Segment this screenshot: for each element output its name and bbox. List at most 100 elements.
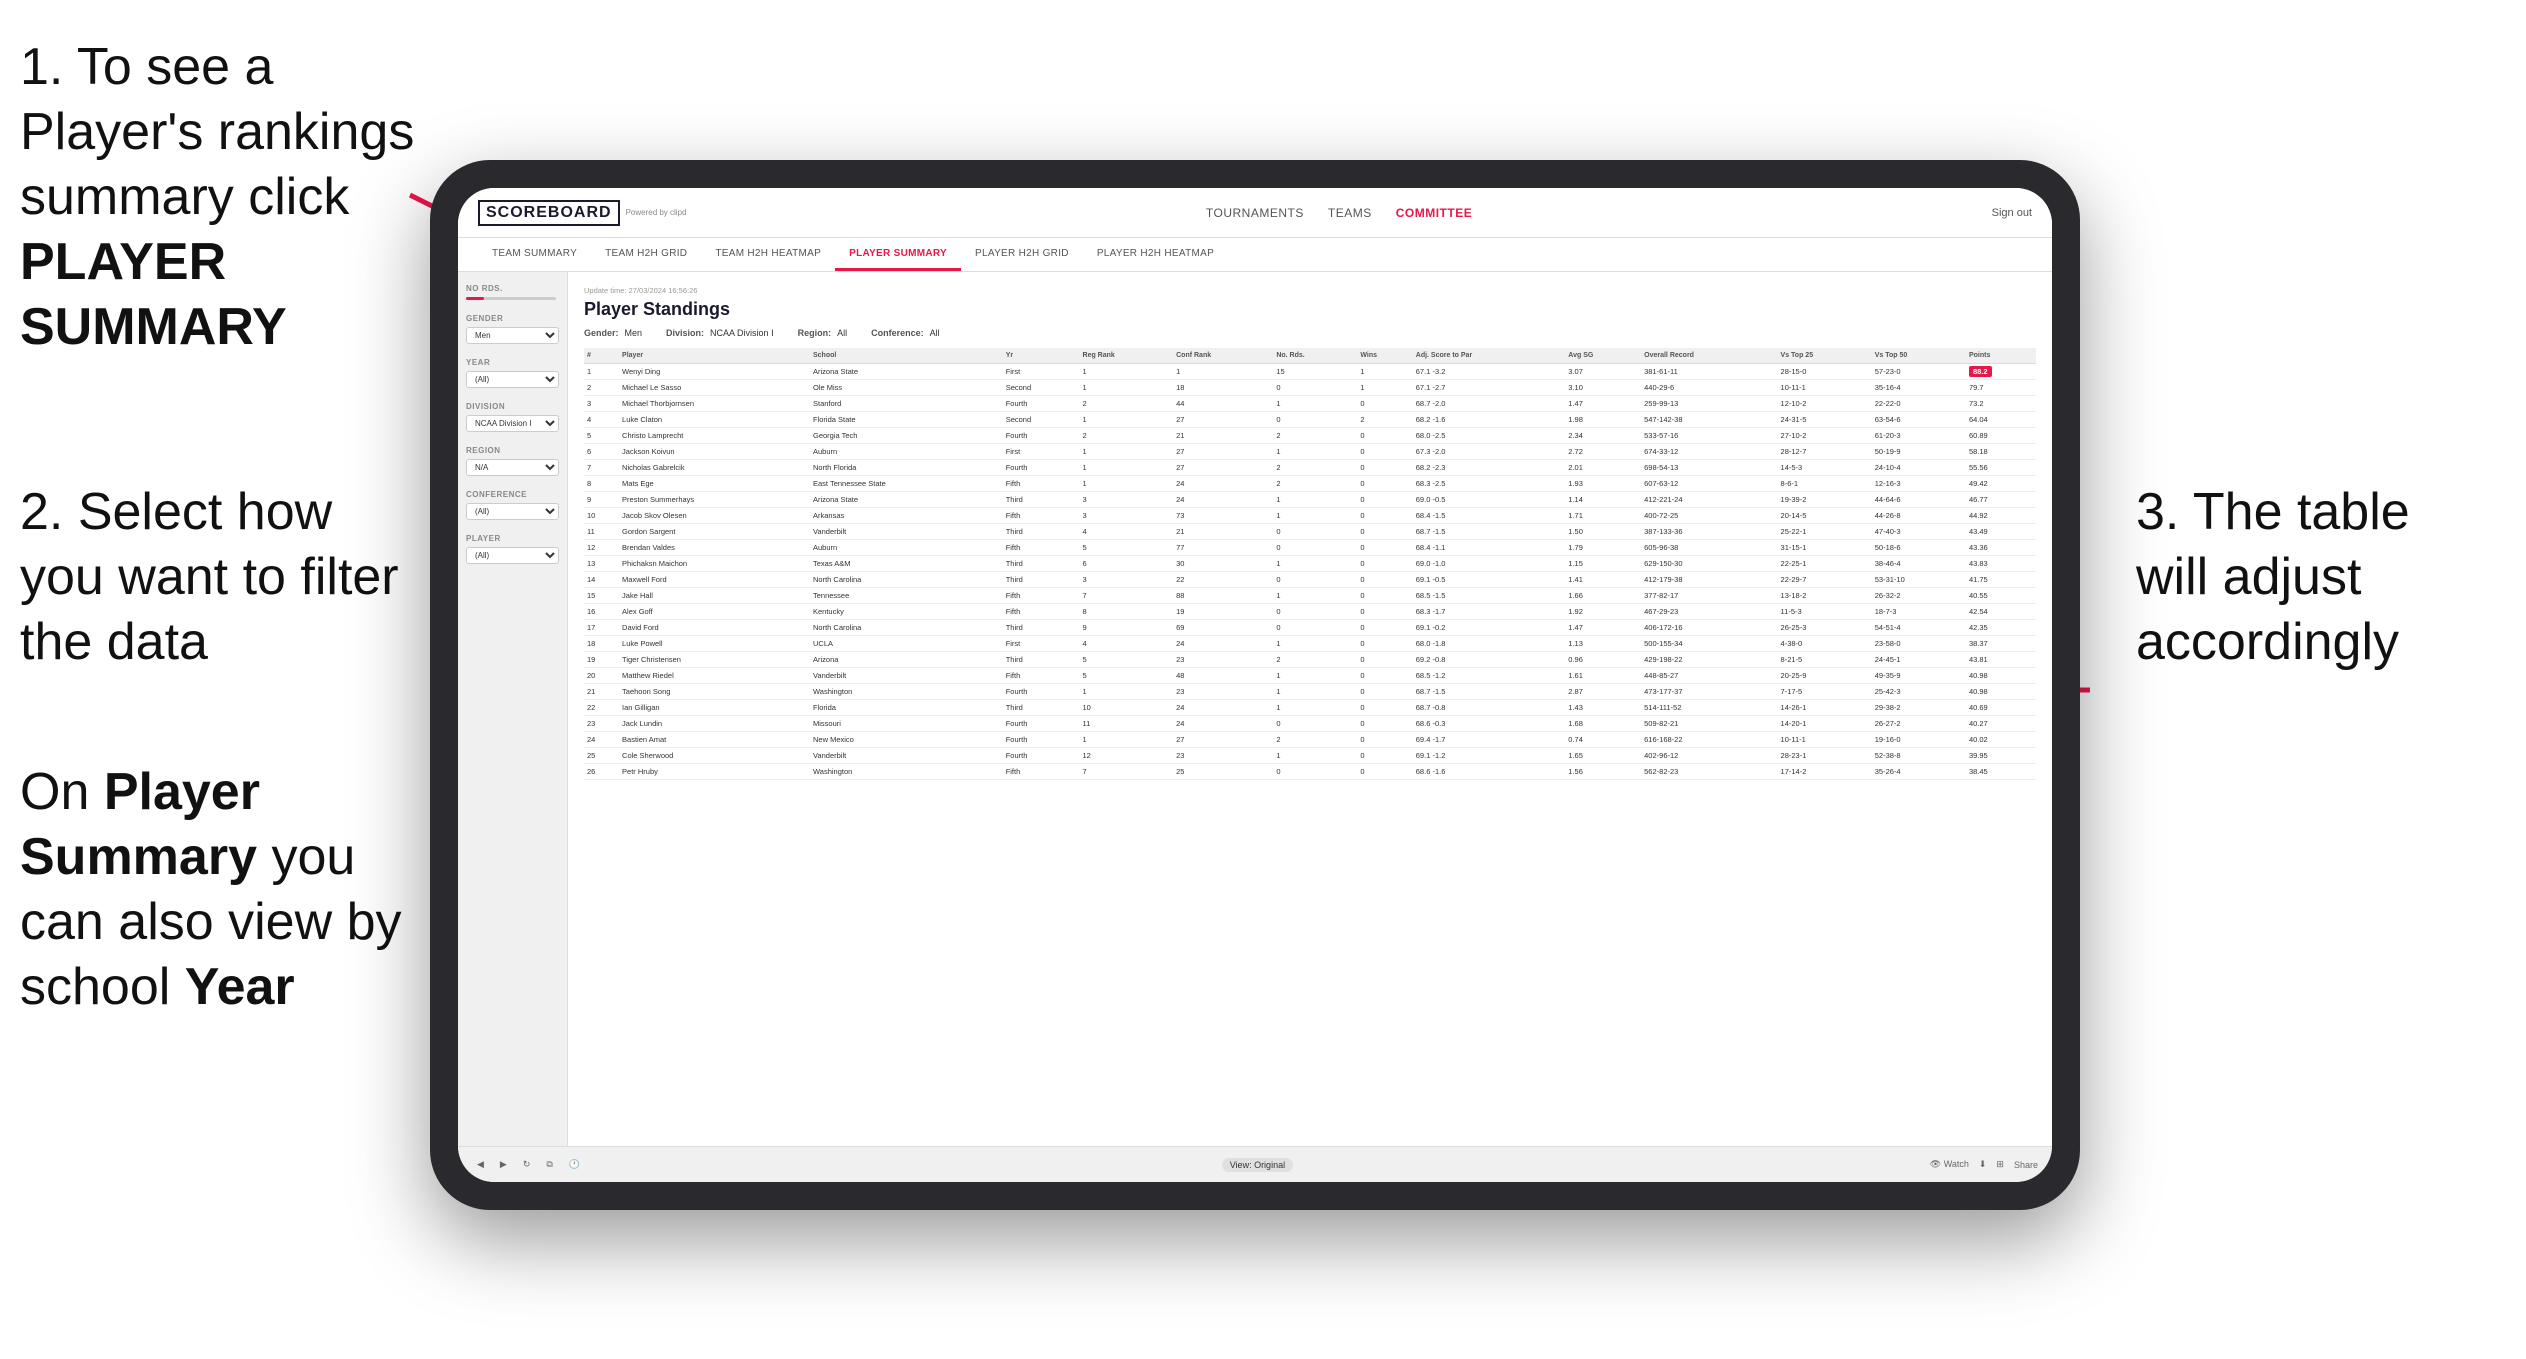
player-name-cell: Tiger Christensen [619, 652, 810, 668]
toolbar-center: View: Original [1222, 1158, 1293, 1172]
toolbar-right: 👁 Watch ⬇ ⊞ Share [1930, 1159, 2038, 1170]
sign-out-link[interactable]: Sign out [1992, 207, 2032, 219]
step3-bold2: Year [185, 958, 295, 1016]
region-select[interactable]: N/A [466, 459, 559, 476]
subnav-team-summary[interactable]: TEAM SUMMARY [478, 238, 591, 271]
filter-region: Region: All [798, 328, 848, 338]
rank-cell: 5 [584, 428, 619, 444]
step3-text-before: On [20, 763, 104, 821]
subnav-player-h2h-grid[interactable]: PLAYER H2H GRID [961, 238, 1083, 271]
tablet-frame: SCOREBOARD Powered by clipd TOURNAMENTS … [430, 160, 2080, 1210]
sidebar-division: Division NCAA Division I [466, 402, 559, 432]
rank-cell: 20 [584, 668, 619, 684]
filter-division: Division: NCAA Division I [666, 328, 774, 338]
top-nav: SCOREBOARD Powered by clipd TOURNAMENTS … [458, 188, 2052, 238]
table-row: 21Taehoon SongWashingtonFourth1231068.7 … [584, 684, 2036, 700]
filter-conference-value: All [930, 328, 940, 338]
rank-cell: 6 [584, 444, 619, 460]
toolbar-grid[interactable]: ⊞ [1996, 1159, 2004, 1170]
sub-nav: TEAM SUMMARY TEAM H2H GRID TEAM H2H HEAT… [458, 238, 2052, 272]
table-row: 18Luke PowellUCLAFirst4241068.0 -1.81.13… [584, 636, 2036, 652]
points-cell: 88.2 [1966, 364, 2036, 380]
rank-cell: 14 [584, 572, 619, 588]
instruction-1: 1. To see a Player's rankings summary cl… [20, 35, 440, 360]
rank-cell: 26 [584, 764, 619, 780]
content-area: Update time: 27/03/2024 16:56:26 Player … [568, 272, 2052, 1146]
table-row: 13Phichaksn MaichonTexas A&MThird6301069… [584, 556, 2036, 572]
player-name-cell: Taehoon Song [619, 684, 810, 700]
col-conf-rank: Conf Rank [1173, 348, 1273, 364]
player-name-cell: Bastien Amat [619, 732, 810, 748]
step1-text: To see a Player's rankings summary click [20, 38, 414, 226]
player-name-cell: Preston Summerhays [619, 492, 810, 508]
rank-cell: 22 [584, 700, 619, 716]
toolbar-share[interactable]: Share [2014, 1160, 2038, 1170]
table-row: 14Maxwell FordNorth CarolinaThird3220069… [584, 572, 2036, 588]
points-cell: 40.55 [1966, 588, 2036, 604]
view-badge[interactable]: View: Original [1222, 1158, 1293, 1172]
points-cell: 73.2 [1966, 396, 2036, 412]
subnav-team-h2h-grid[interactable]: TEAM H2H GRID [591, 238, 701, 271]
points-cell: 43.49 [1966, 524, 2036, 540]
table-row: 19Tiger ChristensenArizonaThird5232069.2… [584, 652, 2036, 668]
rank-cell: 21 [584, 684, 619, 700]
subnav-player-summary[interactable]: PLAYER SUMMARY [835, 238, 961, 271]
update-time: Update time: 27/03/2024 16:56:26 [584, 286, 2036, 295]
slider-track[interactable] [466, 297, 556, 300]
player-name-cell: Ian Gilligan [619, 700, 810, 716]
points-cell: 40.27 [1966, 716, 2036, 732]
points-cell: 79.7 [1966, 380, 2036, 396]
rank-cell: 9 [584, 492, 619, 508]
nav-teams[interactable]: TEAMS [1328, 206, 1372, 220]
filter-gender-label: Gender: [584, 328, 619, 338]
subnav-player-h2h-heatmap[interactable]: PLAYER H2H HEATMAP [1083, 238, 1228, 271]
bottom-toolbar: ◀ ▶ ↻ ⧉ 🕐 View: Original 👁 Watch ⬇ ⊞ Sha… [458, 1146, 2052, 1182]
player-select[interactable]: (All) [466, 547, 559, 564]
col-yr: Yr [1003, 348, 1080, 364]
toolbar-back[interactable]: ◀ [472, 1156, 489, 1173]
norounds-label: No Rds. [466, 284, 559, 293]
gender-select[interactable]: Men Women [466, 327, 559, 344]
toolbar-copy[interactable]: ⧉ [541, 1156, 557, 1173]
filter-division-label: Division: [666, 328, 704, 338]
toolbar-clock[interactable]: 🕐 [564, 1156, 585, 1173]
col-rank: # [584, 348, 619, 364]
filter-gender: Gender: Men [584, 328, 642, 338]
filter-conference-label: Conference: [871, 328, 924, 338]
toolbar-refresh[interactable]: ↻ [518, 1156, 536, 1173]
table-row: 2Michael Le SassoOle MissSecond1180167.1… [584, 380, 2036, 396]
player-name-cell: Brendan Valdes [619, 540, 810, 556]
logo-subtitle: Powered by clipd [626, 208, 687, 217]
app-logo: SCOREBOARD [478, 200, 620, 226]
subnav-team-h2h-heatmap[interactable]: TEAM H2H HEATMAP [701, 238, 835, 271]
sidebar-year: Year (All) First Second Third Fourth Fif… [466, 358, 559, 388]
col-overall: Overall Record [1641, 348, 1777, 364]
toolbar-watch[interactable]: 👁 Watch [1930, 1159, 1969, 1170]
instruction-right: 3. The table will adjust accordingly [2136, 480, 2496, 675]
player-label: Player [466, 534, 559, 543]
player-name-cell: Luke Claton [619, 412, 810, 428]
toolbar-download[interactable]: ⬇ [1979, 1159, 1987, 1170]
norounds-slider [466, 297, 559, 300]
step4-number: 3. [2136, 483, 2179, 541]
division-select[interactable]: NCAA Division I [466, 415, 559, 432]
year-select[interactable]: (All) First Second Third Fourth Fifth [466, 371, 559, 388]
nav-tournaments[interactable]: TOURNAMENTS [1206, 206, 1304, 220]
col-wins: Wins [1357, 348, 1412, 364]
table-row: 23Jack LundinMissouriFourth11240068.6 -0… [584, 716, 2036, 732]
rank-cell: 18 [584, 636, 619, 652]
player-name-cell: Jake Hall [619, 588, 810, 604]
conference-select[interactable]: (All) [466, 503, 559, 520]
nav-right: Sign out [1992, 207, 2032, 219]
player-name-cell: Petr Hruby [619, 764, 810, 780]
toolbar-forward[interactable]: ▶ [495, 1156, 512, 1173]
rank-cell: 4 [584, 412, 619, 428]
points-cell: 38.37 [1966, 636, 2036, 652]
rank-cell: 1 [584, 364, 619, 380]
filter-row: Gender: Men Division: NCAA Division I Re… [584, 328, 2036, 338]
player-name-cell: Jackson Koivun [619, 444, 810, 460]
player-name-cell: Michael Le Sasso [619, 380, 810, 396]
main-content: No Rds. Gender Men Women [458, 272, 2052, 1146]
player-name-cell: Alex Goff [619, 604, 810, 620]
nav-committee[interactable]: COMMITTEE [1396, 206, 1473, 220]
